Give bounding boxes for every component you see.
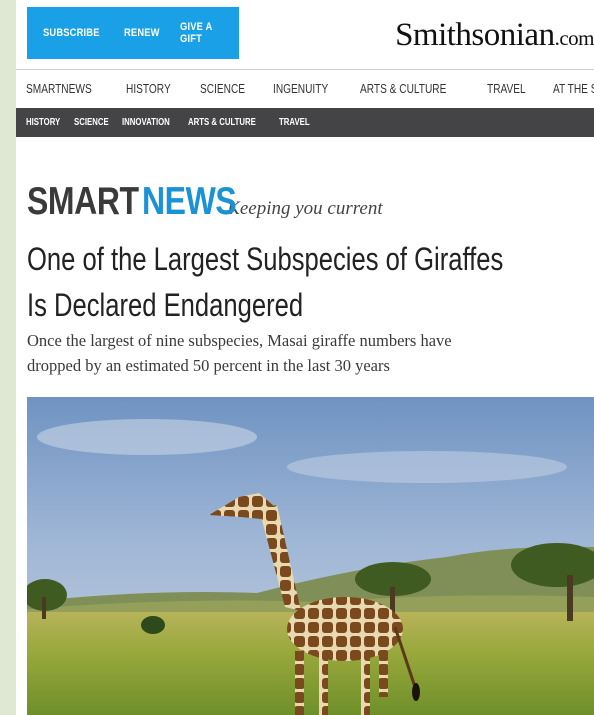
main-nav-history[interactable]: HISTORY [126,81,171,96]
top-bar: SUBSCRIBE RENEW GIVE A GIFT Smithsonian.… [16,0,594,68]
sub-nav-arts-culture[interactable]: ARTS & CULTURE [188,117,256,128]
sub-nav-innovation[interactable]: INNOVATION [122,117,170,128]
sub-nav-history[interactable]: HISTORY [26,117,60,128]
article-headline: One of the Largest Subspecies of Giraffe… [27,236,523,328]
main-nav-travel[interactable]: TRAVEL [487,81,526,96]
giraffe-photo [27,397,594,715]
headline-line-1: One of the Largest Subspecies of Giraffe… [27,241,504,277]
article-subtitle: Once the largest of nine subspecies, Mas… [27,328,587,378]
main-nav-arts-culture[interactable]: ARTS & CULTURE [360,81,446,96]
main-nav-science[interactable]: SCIENCE [200,81,245,96]
section-tagline: Keeping you current [227,198,383,219]
article-hero-image [27,397,594,715]
smithsonian-logo[interactable]: Smithsonian.com [395,17,594,57]
main-nav-at-the-smithsonian[interactable]: AT THE SMITHSONIAN [553,81,594,96]
logo-main-text: Smithsonian [395,17,555,53]
headline-line-2: Is Declared Endangered [27,287,304,323]
main-nav-smartnews[interactable]: SMARTNEWS [26,81,92,96]
give-gift-link[interactable]: GIVE A GIFT [180,21,219,45]
subtitle-line-2: dropped by an estimated 50 percent in th… [27,356,390,375]
main-nav: SMARTNEWS HISTORY SCIENCE INGENUITY ARTS… [16,70,594,106]
subtitle-line-1: Once the largest of nine subspecies, Mas… [27,331,452,350]
logo-suffix-text: .com [554,26,594,50]
section-smart-text: SMART [27,180,139,223]
sub-nav-science[interactable]: SCIENCE [74,117,109,128]
page: SUBSCRIBE RENEW GIVE A GIFT Smithsonian.… [16,0,594,715]
sub-nav-travel[interactable]: TRAVEL [279,117,310,128]
renew-link[interactable]: RENEW [124,27,160,39]
sub-nav: HISTORY SCIENCE INNOVATION ARTS & CULTUR… [16,108,594,137]
subscription-banner: SUBSCRIBE RENEW GIVE A GIFT [27,7,239,59]
section-news-text: NEWS [142,180,237,223]
smartnews-section-header[interactable]: SMART NEWS Keeping you current [27,180,383,226]
subscribe-link[interactable]: SUBSCRIBE [43,27,100,39]
main-nav-ingenuity[interactable]: INGENUITY [273,81,328,96]
